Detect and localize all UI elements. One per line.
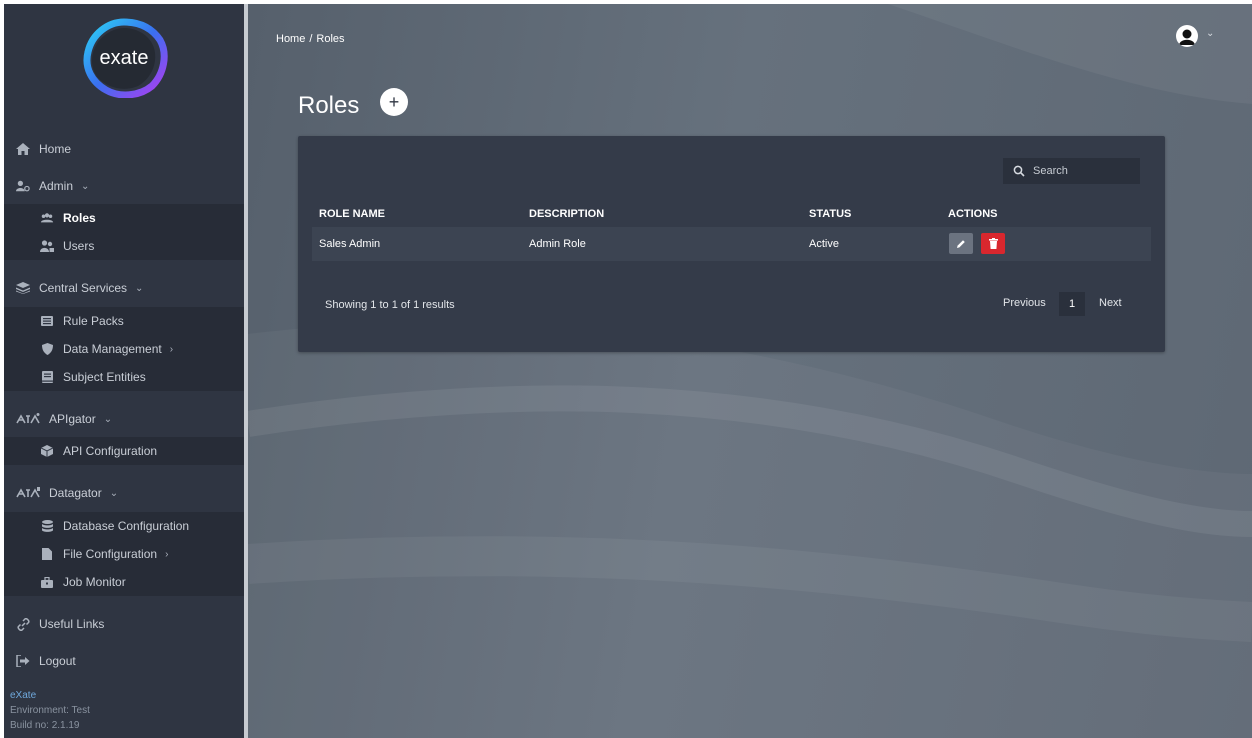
sidebar-item-label: Rule Packs [63,314,124,328]
logo[interactable]: exate [4,4,244,124]
cell-description: Admin Role [529,238,586,250]
edit-button[interactable] [949,233,973,254]
page-title: Roles [298,92,360,119]
logo-text: exate [100,47,149,69]
sidebar-item-users[interactable]: Users [4,232,244,260]
sidebar-item-subject-entities[interactable]: Subject Entities [4,363,244,391]
delete-button[interactable] [981,233,1005,254]
sidebar-item-label: Home [39,142,72,156]
sidebar-item-label: Database Configuration [63,519,190,533]
results-prefix: Showing [325,299,371,311]
briefcase-icon [40,575,54,589]
sidebar-item-roles[interactable]: Roles [4,204,244,232]
layers-icon [16,281,30,295]
results-summary: Showing 1 to 1 of 1 results [325,299,455,311]
chevron-down-icon: ⌄ [103,413,113,425]
table-row[interactable]: Sales Admin Admin Role Active [312,227,1151,261]
cell-status: Active [809,238,839,250]
link-icon [16,617,30,631]
sidebar-item-label: Job Monitor [63,575,126,589]
sidebar-item-job-monitor[interactable]: Job Monitor [4,568,244,596]
sidebar-item-label: Logout [39,654,76,668]
exate-logo-icon: exate [83,18,168,98]
chevron-right-icon: › [169,343,174,355]
book-icon [40,370,54,384]
previous-page-button[interactable]: Previous [1003,297,1046,309]
environment-label: Environment: Test [10,705,90,716]
page-number-button[interactable]: 1 [1059,292,1085,316]
sidebar-item-label: Datagator [49,486,102,500]
users-gear-icon [16,179,30,193]
column-header-actions: ACTIONS [948,208,998,220]
sidebar: exate Home Admin ⌄ Roles Users Central S… [4,4,244,738]
sidebar-item-label: Central Services [39,281,128,295]
apigator-icon [16,412,40,426]
chevron-down-icon: ⌄ [135,282,144,294]
sidebar-item-logout[interactable]: Logout [4,647,256,675]
sidebar-item-label: Users [63,239,95,253]
sidebar-item-label: File Configuration [63,547,158,561]
footer-brand: eXate [10,690,37,701]
sidebar-item-label: Useful Links [39,617,105,631]
cell-role-name: Sales Admin [319,238,381,250]
breadcrumb: Home / Roles [276,33,345,45]
search-box[interactable] [1003,158,1140,184]
sidebar-item-home[interactable]: Home [4,135,256,163]
user-avatar-icon[interactable] [1176,25,1198,47]
breadcrumb-home-link[interactable]: Home [276,33,305,45]
sidebar-item-data-management[interactable]: Data Management › [4,335,244,363]
next-page-button[interactable]: Next [1099,297,1122,309]
roles-icon [40,211,54,225]
search-icon [1013,165,1025,177]
chevron-right-icon: › [165,548,169,560]
column-header-role-name[interactable]: ROLE NAME [319,208,385,220]
list-icon [40,314,54,328]
pencil-icon [957,239,965,248]
sidebar-item-label: API Configuration [63,444,158,458]
chevron-down-icon: ⌄ [109,487,119,499]
sidebar-item-label: Subject Entities [63,370,146,384]
results-total: of 1 results [397,299,455,311]
breadcrumb-separator: / [309,33,313,45]
search-input[interactable] [1031,164,1135,178]
home-icon [16,142,30,156]
build-number: Build no: 2.1.19 [10,720,80,731]
database-icon [40,519,54,533]
logout-icon [16,654,30,668]
chevron-down-icon[interactable]: ⌄ [1206,28,1214,39]
cube-icon [40,444,54,458]
app-frame: exate Home Admin ⌄ Roles Users Central S… [4,4,1252,738]
build-info: eXate Environment: Test Build no: 2.1.19 [10,688,90,733]
breadcrumb-current: Roles [316,33,345,45]
sidebar-item-apigator[interactable]: APIgator ⌄ [4,405,256,433]
shield-icon [40,342,54,356]
trash-icon [988,238,998,249]
column-header-status[interactable]: STATUS [809,208,851,220]
sidebar-item-api-configuration[interactable]: API Configuration [4,437,244,465]
file-icon [40,547,54,561]
sidebar-item-label: Admin [39,179,74,193]
sidebar-item-label: Data Management [63,342,162,356]
add-role-button[interactable]: + [380,88,408,116]
roles-table-card: ROLE NAME DESCRIPTION STATUS ACTIONS Sal… [298,136,1165,352]
sidebar-item-database-configuration[interactable]: Database Configuration [4,512,244,540]
chevron-down-icon: ⌄ [81,180,90,192]
datagator-icon [16,486,40,500]
sidebar-item-file-configuration[interactable]: File Configuration › [4,540,244,568]
sidebar-item-useful-links[interactable]: Useful Links [4,610,256,638]
main-content: Home/Roles ⌄ Roles + ROLE NAME DESCRIPTI… [248,4,1252,738]
results-to-word: to [376,299,392,311]
users-icon [40,239,54,253]
sidebar-item-admin[interactable]: Admin ⌄ [4,172,256,200]
sidebar-item-datagator[interactable]: Datagator ⌄ [4,479,256,507]
sidebar-item-central-services[interactable]: Central Services ⌄ [4,274,256,302]
sidebar-item-label: APIgator [49,412,96,426]
sidebar-item-label: Roles [63,211,96,225]
sidebar-item-rule-packs[interactable]: Rule Packs [4,307,244,335]
column-header-description[interactable]: DESCRIPTION [529,208,604,220]
